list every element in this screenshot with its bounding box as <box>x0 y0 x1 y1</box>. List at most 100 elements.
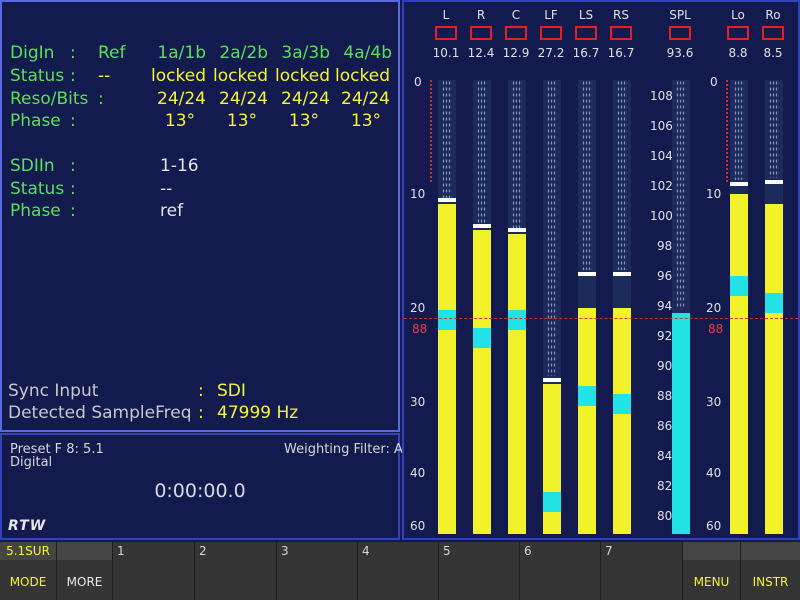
spl-scale-94: 94 <box>657 299 673 313</box>
spl-scale-80: 80 <box>657 509 673 523</box>
spl-scale-102: 102 <box>650 179 673 193</box>
reso-colon: : <box>98 89 104 109</box>
level-value-lf: 27.2 <box>537 46 565 60</box>
phase-ch2: 13° <box>226 111 258 131</box>
phase-ch4: 13° <box>350 111 382 131</box>
fkey-3-top: 3 <box>281 544 289 558</box>
fkey-1[interactable]: 1 <box>113 542 195 600</box>
spl-scale-98: 98 <box>657 239 673 253</box>
right-scale-20: 20 <box>706 301 722 315</box>
right-scale-40: 40 <box>706 466 722 480</box>
spl-scale-96: 96 <box>657 269 673 283</box>
fkey-1-label <box>113 564 194 600</box>
left-scale-30: 30 <box>410 395 426 409</box>
fkey-menu[interactable]: MENU <box>683 542 741 600</box>
sdi-in-colon: : <box>70 156 76 176</box>
status-ch1: locked <box>151 66 206 86</box>
level-value-r: 12.4 <box>467 46 495 60</box>
fkey-menu-top <box>683 542 740 560</box>
reso-ch1: 24/24 <box>157 89 206 109</box>
fkey-7[interactable]: 7 <box>601 542 683 600</box>
spl-scale-106: 106 <box>650 119 673 133</box>
fkey-mode[interactable]: 5.1SUR MODE <box>0 542 57 600</box>
phase-colon: : <box>70 111 76 131</box>
fkey-6[interactable]: 6 <box>520 542 601 600</box>
fkey-more[interactable]: MORE <box>57 542 113 600</box>
phase-ch3: 13° <box>288 111 320 131</box>
digin-ch4: 4a/4b <box>343 43 392 63</box>
meter-bar-lf <box>543 80 561 534</box>
fkey-4[interactable]: 4 <box>358 542 439 600</box>
clip-indicator-lo <box>727 26 749 40</box>
reso-ch2: 24/24 <box>219 89 268 109</box>
spl-scale-82: 82 <box>657 479 673 493</box>
right-scale-0: 0 <box>710 75 718 89</box>
status-panel: DigIn : Ref 1a/1b 2a/2b 3a/3b 4a/4b Stat… <box>0 0 400 432</box>
fkey-3[interactable]: 3 <box>277 542 358 600</box>
fkey-menu-label: MENU <box>693 575 730 589</box>
left-scale-60: 60 <box>410 519 426 533</box>
level-value-ro: 8.5 <box>763 46 783 60</box>
digin-label: DigIn <box>10 43 55 63</box>
channel-label-c: C <box>511 8 521 22</box>
level-value-l: 10.1 <box>432 46 460 60</box>
clip-indicator-r <box>470 26 492 40</box>
right-marker-88: 88 <box>708 322 724 336</box>
sync-input-label: Sync Input <box>8 381 99 401</box>
status-ch3: locked <box>275 66 330 86</box>
spl-scale-108: 108 <box>650 89 673 103</box>
channel-label-spl: SPL <box>669 8 691 22</box>
phase-label: Phase <box>10 111 61 131</box>
fkey-5-label <box>439 564 519 600</box>
spl-scale-88: 88 <box>657 389 673 403</box>
fkey-mode-top: 5.1SUR <box>0 542 56 560</box>
samplefreq-value: 47999 Hz <box>217 403 299 423</box>
fkey-3-label <box>277 564 357 600</box>
sdi-phase-value: ref <box>160 201 184 221</box>
meter-bar-ls <box>578 80 596 534</box>
status-label: Status <box>10 66 65 86</box>
elapsed-time: 0:00:00.0 <box>154 480 246 502</box>
left-marker-88: 88 <box>412 322 428 336</box>
right-headroom-redline <box>726 80 728 182</box>
meter-bar-rs <box>613 80 631 534</box>
channel-label-lo: Lo <box>731 8 745 22</box>
sdi-status-label: Status <box>10 179 65 199</box>
channel-label-ls: LS <box>578 8 594 22</box>
fkey-5[interactable]: 5 <box>439 542 520 600</box>
reso-ch4: 24/24 <box>341 89 390 109</box>
sync-input-colon: : <box>198 381 204 401</box>
fkey-2[interactable]: 2 <box>195 542 277 600</box>
channel-label-rs: RS <box>613 8 629 22</box>
fkey-instr[interactable]: INSTR <box>741 542 800 600</box>
channel-label-lf: LF <box>544 8 558 22</box>
weighting-filter: Weighting Filter: A <box>284 442 403 457</box>
samplefreq-label: Detected SampleFreq <box>8 403 192 423</box>
fkey-7-top: 7 <box>605 544 613 558</box>
fkey-4-label <box>358 564 438 600</box>
status-ch4: locked <box>335 66 390 86</box>
left-scale-0: 0 <box>414 75 422 89</box>
right-scale-60: 60 <box>706 519 722 533</box>
fkey-7-label <box>601 564 682 600</box>
fkey-4-top: 4 <box>362 544 370 558</box>
right-scale-10: 10 <box>706 187 722 201</box>
channel-label-r: R <box>476 8 486 22</box>
phase-ch1: 13° <box>164 111 196 131</box>
digin-ch3: 3a/3b <box>281 43 330 63</box>
sync-input-value: SDI <box>217 381 246 401</box>
clip-indicator-l <box>435 26 457 40</box>
reso-label: Reso/Bits <box>10 89 89 109</box>
sdi-in-label: SDIIn <box>10 156 55 176</box>
fkey-6-top: 6 <box>524 544 532 558</box>
left-headroom-redline <box>430 80 432 182</box>
sdi-in-value: 1-16 <box>160 156 199 176</box>
clip-indicator-c <box>505 26 527 40</box>
clip-indicator-spl <box>669 26 691 40</box>
fkey-mode-label: MODE <box>9 575 47 589</box>
spl-scale-86: 86 <box>657 419 673 433</box>
right-scale-30: 30 <box>706 395 722 409</box>
clip-indicator-ls <box>575 26 597 40</box>
status-ch2: locked <box>213 66 268 86</box>
fkey-2-label <box>195 564 276 600</box>
